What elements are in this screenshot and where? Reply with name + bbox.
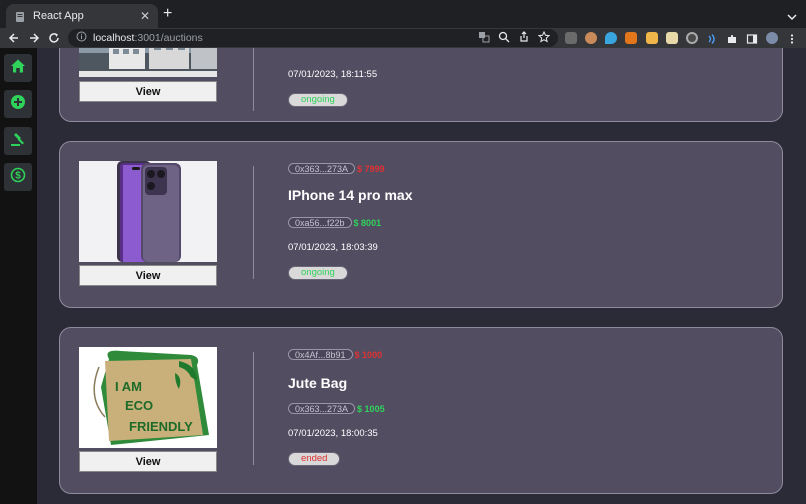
home-icon bbox=[10, 58, 26, 79]
extension-record-icon[interactable] bbox=[686, 32, 698, 44]
reload-icon[interactable] bbox=[47, 31, 61, 45]
translate-icon[interactable] bbox=[478, 31, 490, 43]
site-info-icon[interactable] bbox=[76, 29, 87, 47]
view-button[interactable]: View bbox=[79, 81, 217, 102]
auction-image bbox=[79, 161, 217, 262]
browser-toolbar: localhost:3001/auctions bbox=[0, 28, 806, 48]
sidebar-wallet-button[interactable]: $ bbox=[4, 163, 32, 191]
extension-note-icon[interactable] bbox=[666, 32, 678, 44]
extension-1-icon[interactable] bbox=[565, 32, 577, 44]
auction-card: I AM ECO FRIENDLY View 0x4Af...8b91 $ 10… bbox=[59, 327, 783, 494]
page-favicon-icon bbox=[14, 10, 26, 22]
auction-title: IPhone 14 pro max bbox=[288, 187, 413, 203]
metamask-fox-icon[interactable] bbox=[625, 32, 637, 44]
browser-tab-strip: React App ✕ + bbox=[0, 0, 806, 28]
card-divider bbox=[253, 166, 254, 279]
browser-tab[interactable]: React App ✕ bbox=[6, 4, 158, 28]
bag-print-line-1: I AM bbox=[115, 379, 142, 394]
auction-title: Jute Bag bbox=[288, 375, 348, 391]
app-sidebar: $ bbox=[0, 48, 37, 504]
bag-print-line-2: ECO bbox=[125, 398, 153, 413]
view-button[interactable]: View bbox=[79, 265, 217, 286]
status-badge: ongoing bbox=[288, 93, 348, 107]
side-panel-icon[interactable] bbox=[746, 32, 758, 44]
auction-image bbox=[79, 48, 217, 77]
add-circle-icon bbox=[10, 94, 26, 115]
status-badge: ended bbox=[288, 452, 341, 466]
extension-badge-icon[interactable] bbox=[646, 32, 658, 44]
auction-date: 07/01/2023, 18:11:55 bbox=[288, 69, 378, 80]
share-icon[interactable] bbox=[518, 31, 530, 43]
starting-price: $ 7999 bbox=[357, 163, 385, 174]
svg-text:$: $ bbox=[15, 170, 21, 181]
auction-date: 07/01/2023, 18:03:39 bbox=[288, 242, 378, 253]
bag-print-line-3: FRIENDLY bbox=[129, 419, 193, 434]
back-arrow-icon[interactable] bbox=[7, 31, 21, 45]
tab-close-icon[interactable]: ✕ bbox=[140, 10, 150, 22]
auctions-list: View 07/01/2023, 18:11:55 ongoing View 0… bbox=[37, 48, 806, 504]
zoom-icon[interactable] bbox=[498, 31, 510, 43]
highest-bid: $ 1005 bbox=[357, 403, 385, 414]
highest-bidder-address: 0x363...273A bbox=[288, 403, 356, 414]
extension-2-icon[interactable] bbox=[585, 32, 597, 44]
sidebar-home-button[interactable] bbox=[4, 54, 32, 82]
seller-address: 0x363...273A bbox=[288, 163, 356, 174]
extensions-puzzle-icon[interactable] bbox=[726, 32, 738, 44]
auction-card: View 0x363...273A $ 7999 IPhone 14 pro m… bbox=[59, 141, 783, 308]
seller-address: 0x4Af...8b91 bbox=[288, 349, 353, 360]
status-badge: ongoing bbox=[288, 266, 348, 280]
auction-image: I AM ECO FRIENDLY bbox=[79, 347, 217, 448]
url-host: localhost bbox=[93, 32, 135, 44]
sidebar-create-button[interactable] bbox=[4, 90, 32, 118]
view-button[interactable]: View bbox=[79, 451, 217, 472]
extension-audio-icon[interactable] bbox=[706, 32, 718, 44]
highest-bidder-address: 0xa56...f22b bbox=[288, 217, 352, 228]
bookmark-star-icon[interactable] bbox=[538, 31, 550, 43]
highest-bid: $ 8001 bbox=[353, 217, 382, 228]
card-divider bbox=[253, 48, 254, 111]
new-tab-icon[interactable]: + bbox=[163, 6, 172, 22]
card-divider bbox=[253, 352, 254, 465]
dollar-coin-icon: $ bbox=[10, 167, 26, 188]
tab-title: React App bbox=[33, 10, 84, 22]
extension-drop-icon[interactable] bbox=[605, 32, 617, 44]
browser-menu-icon[interactable] bbox=[786, 32, 798, 44]
url-path: :3001/auctions bbox=[134, 32, 203, 44]
gavel-icon bbox=[10, 131, 26, 152]
forward-arrow-icon[interactable] bbox=[27, 31, 41, 45]
auction-date: 07/01/2023, 18:00:35 bbox=[288, 428, 378, 439]
profile-avatar[interactable] bbox=[766, 32, 778, 44]
auction-card: View 07/01/2023, 18:11:55 ongoing bbox=[59, 48, 783, 122]
starting-price: $ 1000 bbox=[354, 349, 383, 360]
sidebar-auctions-button[interactable] bbox=[4, 127, 32, 155]
tab-search-chevron-icon[interactable] bbox=[787, 8, 797, 26]
